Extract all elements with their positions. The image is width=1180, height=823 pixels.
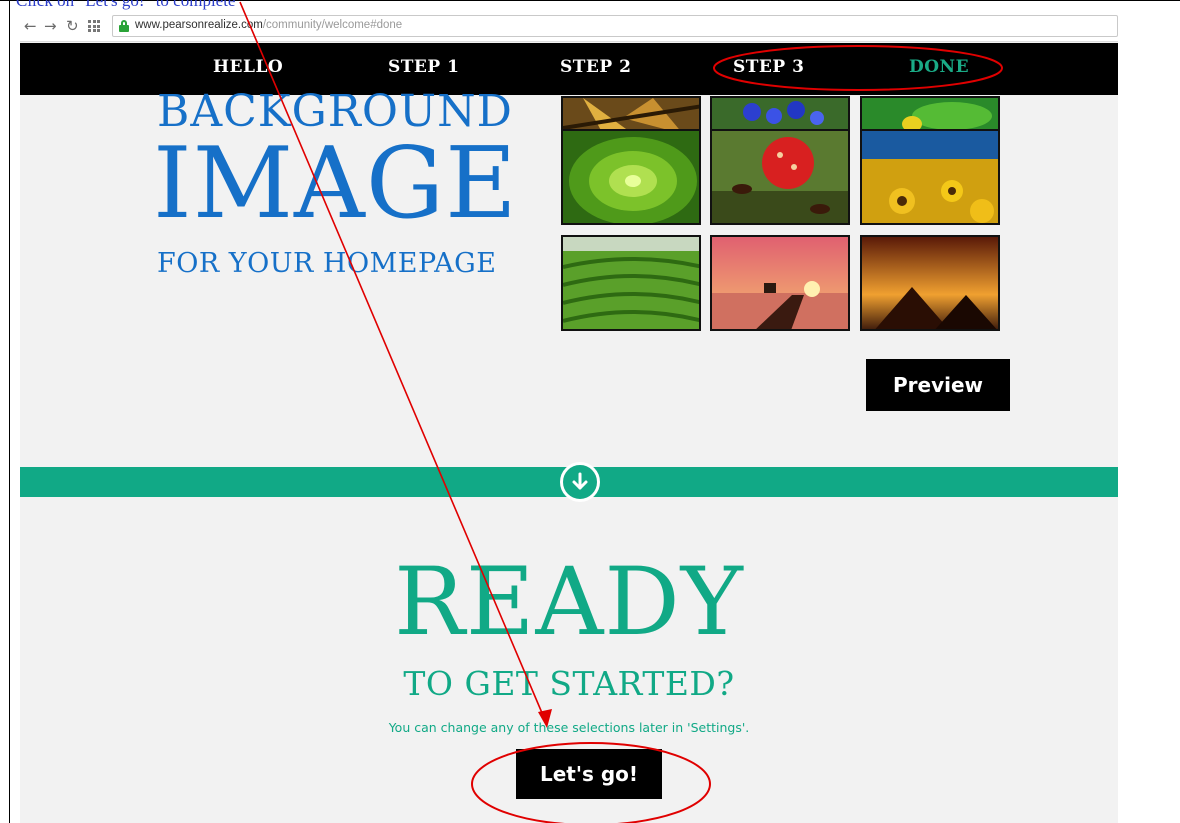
address-bar[interactable]: www.pearsonrealize.com/community/welcome… <box>112 15 1118 37</box>
lock-icon <box>119 20 129 32</box>
apps-grid-icon[interactable] <box>88 20 100 32</box>
document-caption: Click on "Let's go!" to complete <box>16 0 236 10</box>
forward-arrow-icon[interactable]: → <box>44 18 57 34</box>
tea-terraces-image-icon <box>563 237 699 329</box>
background-thumbnail[interactable] <box>860 235 1000 331</box>
ready-subheading: TO GET STARTED? <box>403 664 735 703</box>
step-3[interactable]: STEP 3 <box>733 57 804 77</box>
background-thumbnail[interactable] <box>860 96 1000 132</box>
settings-note: You can change any of these selections l… <box>388 720 750 735</box>
scroll-down-button[interactable] <box>560 462 600 502</box>
background-thumbnail[interactable] <box>710 96 850 132</box>
preview-button[interactable]: Preview <box>866 359 1010 411</box>
strawberry-ants-image-icon <box>712 131 848 223</box>
background-thumbnail[interactable] <box>561 96 701 132</box>
background-thumbnail[interactable] <box>710 129 850 225</box>
lets-go-button[interactable]: Let's go! <box>516 749 662 799</box>
hero-heading-line3: FOR YOUR HOMEPAGE <box>157 248 497 279</box>
sunflower-field-image-icon <box>862 131 998 223</box>
back-arrow-icon[interactable]: ← <box>24 18 37 34</box>
blue-flowers-image-icon <box>712 98 848 130</box>
document-border-left <box>9 0 10 823</box>
sunset-pier-image-icon <box>712 237 848 329</box>
step-done[interactable]: DONE <box>909 57 969 77</box>
background-thumbnail[interactable] <box>561 129 701 225</box>
url-text: www.pearsonrealize.com/community/welcome… <box>135 19 403 31</box>
reload-icon[interactable]: ↻ <box>66 18 79 34</box>
hero-heading-line2: IMAGE <box>153 127 518 241</box>
background-thumbnail[interactable] <box>710 235 850 331</box>
background-thumbnail[interactable] <box>561 235 701 331</box>
ready-heading: READY <box>394 548 744 657</box>
green-leaf-image-icon <box>862 98 998 130</box>
step-1[interactable]: STEP 1 <box>388 57 459 77</box>
step-2[interactable]: STEP 2 <box>560 57 631 77</box>
pyramids-image-icon <box>862 237 998 329</box>
step-hello[interactable]: HELLO <box>213 57 283 77</box>
arrow-down-icon <box>572 472 588 490</box>
browser-window: ← → ↻ www.pearsonrealize.com/community/w… <box>20 12 1118 823</box>
star-image-icon <box>563 98 699 130</box>
succulent-image-icon <box>563 131 699 223</box>
background-thumbnail[interactable] <box>860 129 1000 225</box>
browser-toolbar: ← → ↻ www.pearsonrealize.com/community/w… <box>20 12 1118 42</box>
